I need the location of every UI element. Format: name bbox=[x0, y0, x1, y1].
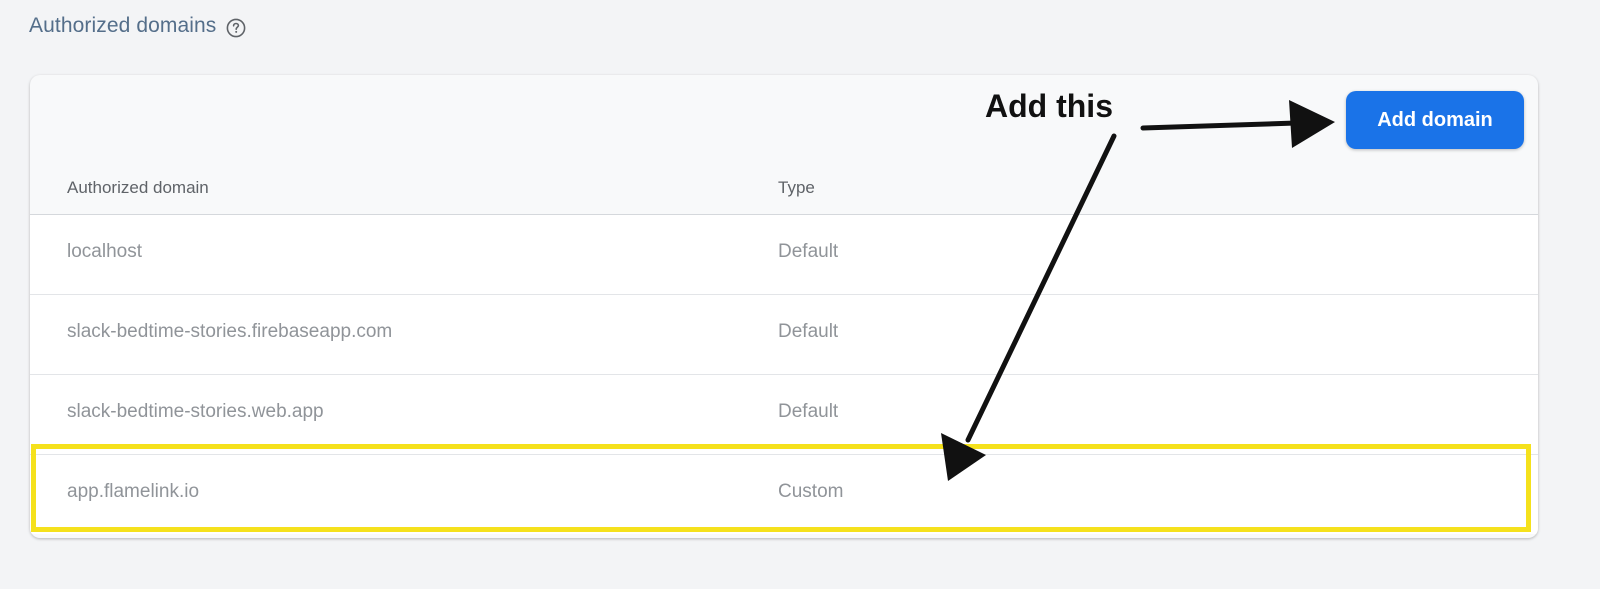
add-domain-button[interactable]: Add domain bbox=[1346, 91, 1524, 149]
domain-cell: slack-bedtime-stories.firebaseapp.com bbox=[67, 321, 393, 342]
domain-cell: app.flamelink.io bbox=[67, 481, 200, 502]
table-row[interactable]: slack-bedtime-stories.web.app Default bbox=[30, 375, 1538, 455]
section-title: Authorized domains bbox=[29, 14, 217, 37]
table-row[interactable]: app.flamelink.io Custom bbox=[30, 455, 1538, 534]
domain-table-body: localhost Default slack-bedtime-stories.… bbox=[30, 215, 1538, 534]
column-header-authorized-domain[interactable]: Authorized domain bbox=[67, 178, 209, 198]
type-cell: Default bbox=[778, 241, 839, 262]
type-cell: Default bbox=[778, 401, 839, 422]
table-header: Authorized domain Type bbox=[30, 165, 1538, 215]
section-header: Authorized domains bbox=[29, 14, 246, 38]
domain-cell: localhost bbox=[67, 241, 142, 262]
type-cell: Default bbox=[778, 321, 839, 342]
domain-cell: slack-bedtime-stories.web.app bbox=[67, 401, 324, 422]
table-row[interactable]: localhost Default bbox=[30, 215, 1538, 295]
type-cell: Custom bbox=[778, 481, 844, 502]
table-row[interactable]: slack-bedtime-stories.firebaseapp.com De… bbox=[30, 295, 1538, 375]
annotation-label: Add this bbox=[985, 88, 1113, 124]
column-header-type[interactable]: Type bbox=[778, 178, 815, 198]
authorized-domains-card: Add domain Authorized domain Type localh… bbox=[30, 75, 1538, 538]
help-circle-icon[interactable] bbox=[226, 18, 246, 38]
